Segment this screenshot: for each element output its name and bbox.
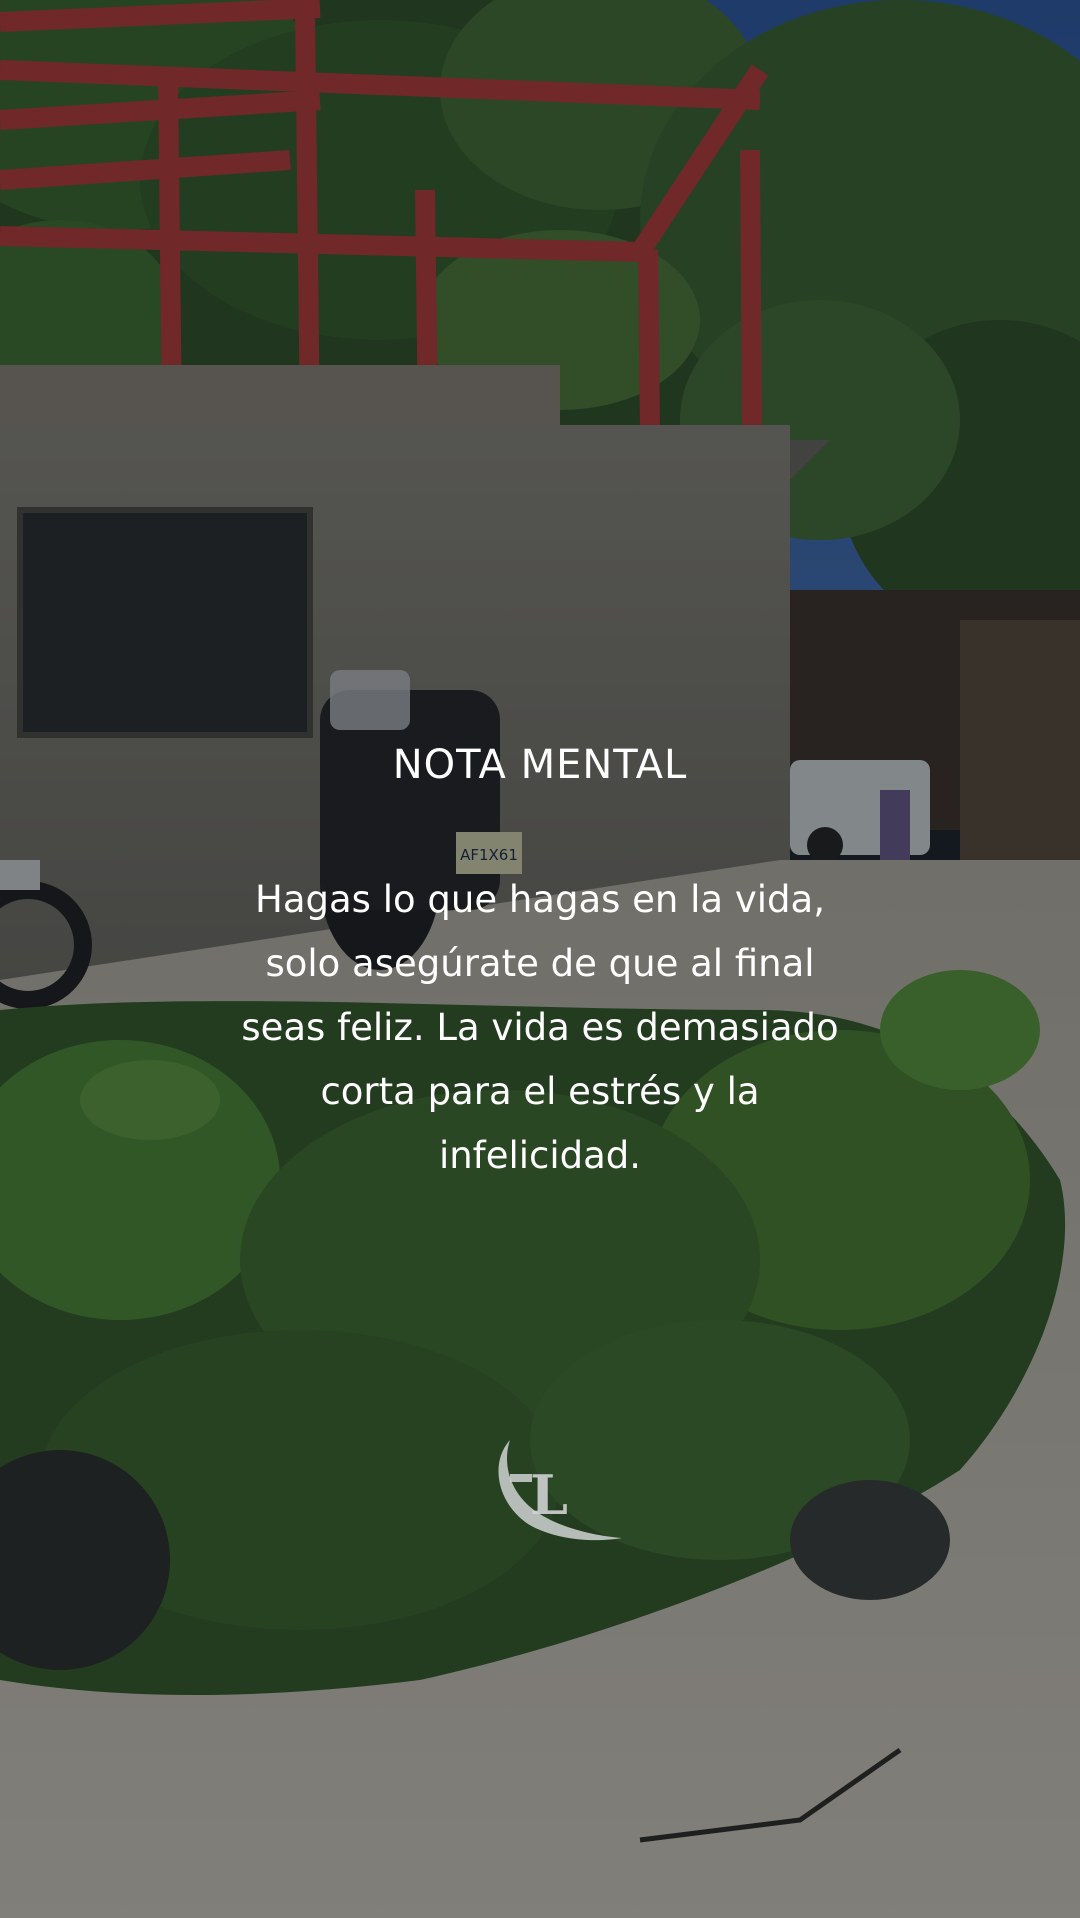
watermark-logo-icon: L xyxy=(498,1440,622,1541)
overlay-title: NOTA MENTAL xyxy=(392,742,688,788)
photo-scene: AF1X61 NOTA MENTAL Hagas lo que hagas en… xyxy=(0,0,1080,1918)
overlay-quote: Hagas lo que hagas en la vida, solo aseg… xyxy=(241,878,839,1177)
svg-text:L: L xyxy=(530,1463,568,1527)
